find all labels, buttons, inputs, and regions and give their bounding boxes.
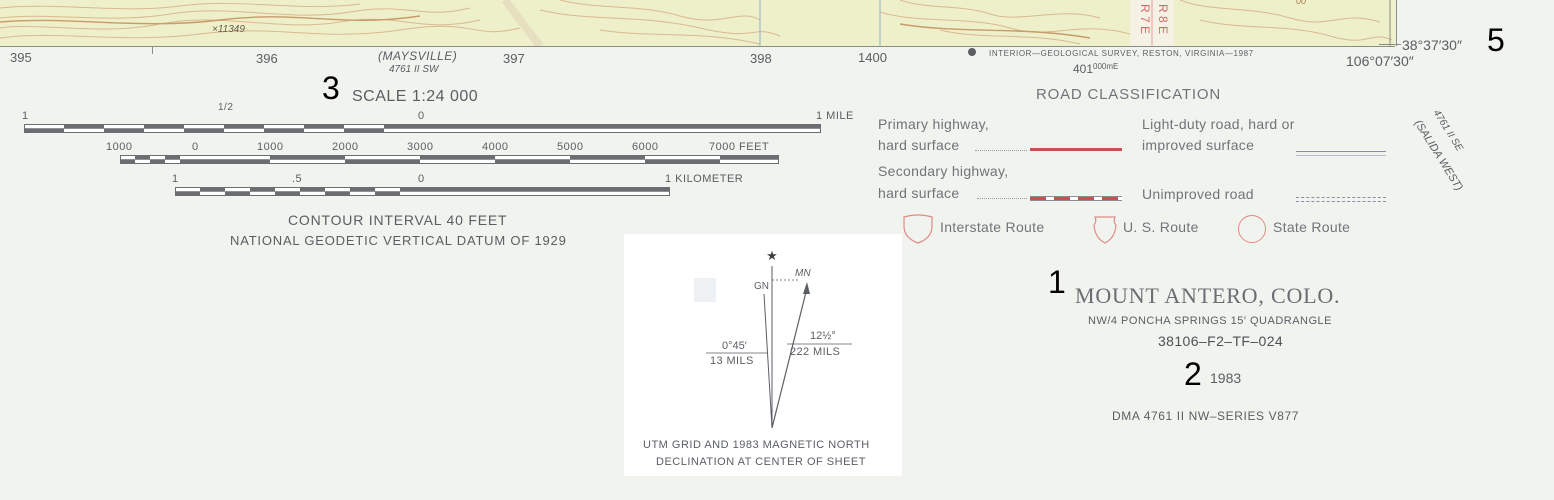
interstate-route-label: Interstate Route	[940, 219, 1045, 235]
magnetic-declination-mils: 222 MILS	[790, 346, 841, 358]
corner-longitude: 106°07′30″	[1346, 53, 1414, 69]
spot-elevation-label: ×11349	[212, 24, 245, 35]
magnetic-north-label: MN	[795, 268, 811, 279]
leader-dots	[977, 198, 1027, 199]
contour-interval: CONTOUR INTERVAL 40 FEET	[288, 212, 508, 228]
vertical-datum: NATIONAL GEODETIC VERTICAL DATUM OF 1929	[230, 233, 567, 248]
sheet-code: 38106–F2–TF–024	[1158, 333, 1284, 349]
feet-label: 5000	[557, 141, 584, 153]
corner-tick	[1379, 44, 1401, 45]
unimproved-road-symbol-edge	[1296, 201, 1386, 202]
mile-label-left: 1	[22, 110, 29, 122]
km-label-zero: 0	[418, 173, 425, 185]
primary-highway-symbol	[1030, 148, 1122, 151]
marker-2: 2	[1184, 356, 1202, 392]
marker-1: 1	[1048, 264, 1066, 300]
grid-tick-1400: 1400	[858, 50, 887, 65]
marker-3: 3	[322, 70, 340, 106]
neatline-edge	[1396, 0, 1397, 46]
road-classification-title: ROAD CLASSIFICATION	[1036, 86, 1221, 103]
feet-label: 2000	[332, 141, 359, 153]
adjoining-north-code: 4761 II SW	[389, 64, 439, 75]
grid-tick-396: 396	[256, 51, 278, 66]
mile-label-right: 1 MILE	[816, 110, 854, 122]
primary-highway-label: Primary highway,	[878, 116, 990, 132]
km-label-half: .5	[292, 173, 303, 185]
corner-latitude: 38°37′30″	[1402, 37, 1462, 53]
map-strip: ×11349 R 7 E R 8 E 00	[0, 0, 1395, 47]
declination-caption-line2: DECLINATION AT CENTER OF SHEET	[656, 456, 866, 468]
light-duty-road-symbol	[1296, 151, 1386, 152]
feet-label: 1000	[257, 141, 284, 153]
grid-declination-degrees: 0°45′	[722, 340, 747, 352]
declination-diagram: ★ GN MN 0°45′ 13 MILS 12½° 222 MILS UTM …	[624, 234, 902, 476]
grid-tick-395: 395	[10, 50, 32, 65]
grid-north-label: GN	[754, 281, 769, 292]
adjoining-north-name: (MAYSVILLE)	[378, 49, 458, 63]
km-label-left: 1	[172, 173, 179, 185]
feet-label: 0	[192, 141, 199, 153]
unimproved-road-symbol	[1296, 197, 1386, 198]
state-route-circle-icon	[1238, 215, 1266, 243]
leader-dots	[975, 150, 1027, 151]
scale-title: SCALE 1:24 000	[352, 88, 479, 105]
svg-text:★: ★	[766, 249, 778, 264]
feet-label: 1000	[106, 141, 133, 153]
grid-tick-401: 401000mE	[1073, 62, 1119, 76]
state-route-label: State Route	[1273, 219, 1351, 235]
declination-caption-line1: UTM GRID AND 1983 MAGNETIC NORTH	[643, 439, 870, 451]
contour-lines	[0, 0, 1393, 46]
contour-value-label: 00	[1296, 0, 1307, 6]
light-duty-road-symbol-edge	[1296, 155, 1386, 156]
marker-5: 5	[1487, 22, 1505, 58]
imprint-text: INTERIOR—GEOLOGICAL SURVEY, RESTON, VIRG…	[989, 49, 1254, 58]
range-label-r7e: R 7 E	[1138, 4, 1152, 35]
mile-label-half: 1/2	[218, 102, 234, 113]
km-scale-bar	[175, 187, 670, 196]
mile-scale-bar	[24, 124, 821, 133]
quadrangle-name: NW/4 PONCHA SPRINGS 15′ QUADRANGLE	[1088, 315, 1333, 327]
feet-label: 3000	[407, 141, 434, 153]
interstate-shield-icon	[903, 214, 933, 244]
feet-label: 7000 FEET	[709, 141, 770, 153]
magnetic-declination-degrees: 12½°	[810, 330, 836, 342]
feet-scale-bar	[120, 155, 779, 164]
edition-year: 1983	[1210, 370, 1242, 386]
light-duty-road-label: Light-duty road, hard or	[1142, 116, 1295, 132]
series-designation: DMA 4761 II NW–SERIES V877	[1112, 409, 1300, 423]
secondary-highway-symbol	[1030, 196, 1122, 201]
grid-tick-397: 397	[503, 51, 525, 66]
grid-declination-mils: 13 MILS	[710, 355, 754, 367]
unimproved-road-label: Unimproved road	[1142, 186, 1254, 202]
sheet-name: MOUNT ANTERO, COLO.	[1075, 283, 1341, 308]
imprint-dot	[968, 48, 976, 56]
grid-tick-398: 398	[750, 51, 772, 66]
feet-label: 4000	[482, 141, 509, 153]
secondary-highway-surface: hard surface	[878, 185, 960, 201]
us-route-shield-icon	[1093, 216, 1117, 244]
range-label-r8e: R 8 E	[1156, 4, 1170, 35]
primary-highway-surface: hard surface	[878, 137, 960, 153]
adjoining-east-name: (SALIDA WEST)	[1411, 118, 1465, 193]
grid-tick	[152, 46, 153, 54]
km-label-right: 1 KILOMETER	[665, 173, 744, 185]
feet-label: 6000	[632, 141, 659, 153]
us-route-label: U. S. Route	[1123, 219, 1199, 235]
mile-label-zero: 0	[418, 110, 425, 122]
light-duty-road-surface: improved surface	[1142, 137, 1255, 153]
secondary-highway-label: Secondary highway,	[878, 163, 1009, 179]
